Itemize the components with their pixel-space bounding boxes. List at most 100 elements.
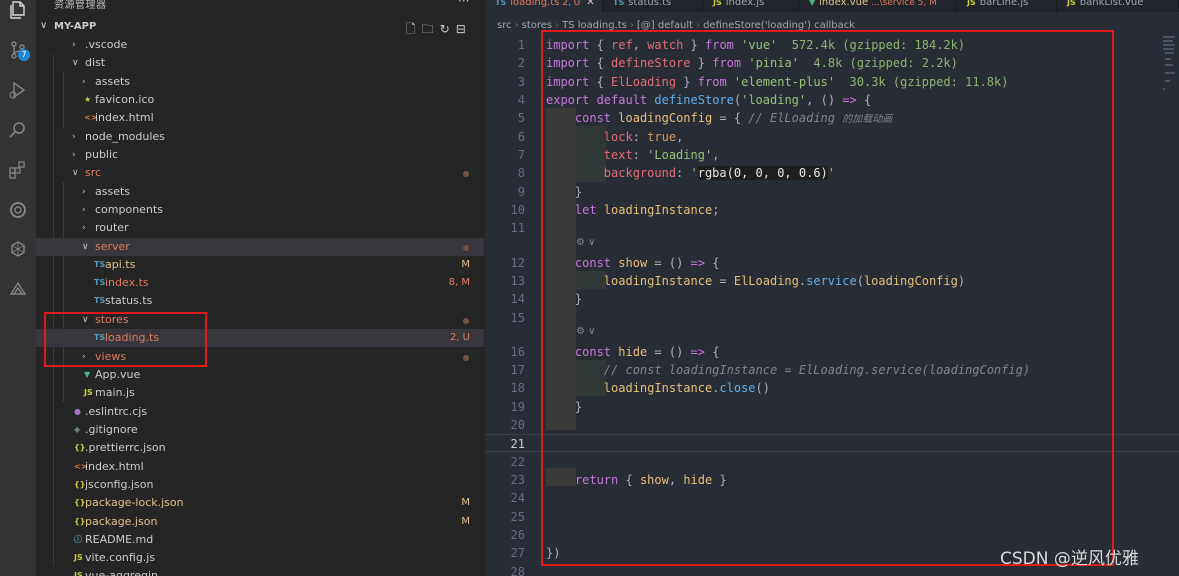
run-debug-icon[interactable] <box>8 80 28 100</box>
chevron-right-icon: › <box>72 40 76 50</box>
folder-item[interactable]: › .vscode <box>36 36 484 54</box>
file-item[interactable]: ● .eslintrc.cjs <box>36 403 484 421</box>
file-item[interactable]: ▼ App.vue <box>36 366 484 384</box>
tree-item-label: .gitignore <box>85 423 138 436</box>
editor-tab[interactable]: JS barLine.js <box>957 0 1057 12</box>
project-name: MY-APP <box>54 21 97 32</box>
ts-file-icon: TS <box>94 260 106 269</box>
editor-tab[interactable]: ▼ index.vue ...\service 5, M <box>799 0 957 12</box>
explorer-title: 资源管理器 <box>54 0 107 11</box>
git-status-badge: M <box>461 497 470 508</box>
tree-item-label: src <box>85 166 102 179</box>
favicon-file-icon: ★ <box>84 95 92 104</box>
folder-item[interactable]: › assets <box>36 183 484 201</box>
vue-file-icon: ▼ <box>84 370 91 379</box>
file-item[interactable]: <> index.html <box>36 458 484 476</box>
tab-label: barLine.js <box>979 0 1029 8</box>
activity-bar: 7 <box>0 0 36 576</box>
copilot-icon[interactable] <box>8 280 28 300</box>
new-file-icon[interactable]: 🗋 <box>406 22 422 36</box>
openai-icon[interactable] <box>8 240 28 260</box>
git-status-badge: M <box>461 259 470 270</box>
tree-item-label: index.html <box>95 111 154 124</box>
tree-item-label: index.html <box>85 460 144 473</box>
git-status-badge: M <box>461 516 470 527</box>
chevron-down-icon: ∨ <box>72 58 79 68</box>
tree-item-label: api.ts <box>105 258 136 271</box>
explorer-sidebar: 资源管理器 ··· ∨ MY-APP 🗋🗀↻⊟ › .vscode ∨ dist › as… <box>36 0 484 576</box>
folder-item[interactable]: ∨ server <box>36 238 484 256</box>
tree-item-label: package.json <box>85 515 158 528</box>
tab-file-icon: JS <box>713 0 722 7</box>
chevron-right-icon: › <box>82 77 86 87</box>
file-item[interactable]: TS status.ts <box>36 292 484 310</box>
file-item[interactable]: {} jsconfig.json <box>36 476 484 494</box>
file-item[interactable]: <> index.html <box>36 109 484 127</box>
folder-item[interactable]: › node_modules <box>36 128 484 146</box>
project-header[interactable]: ∨ MY-APP 🗋🗀↻⊟ <box>36 18 484 36</box>
tree-item-label: components <box>95 203 163 216</box>
tree-item-label: server <box>95 240 130 253</box>
remote-icon[interactable] <box>8 200 28 220</box>
tree-item-label: public <box>85 148 119 161</box>
folder-item[interactable]: ∨ dist <box>36 54 484 72</box>
json-file-icon: {} <box>74 517 86 526</box>
watermark: CSDN @逆风优雅 <box>1000 549 1139 569</box>
eslint-file-icon: ● <box>74 407 81 416</box>
modified-dot-icon <box>463 355 469 361</box>
chevron-down-icon: ∨ <box>82 242 89 252</box>
tree-item-label: vue-aggregin... <box>85 569 169 576</box>
tab-file-icon: TS <box>613 0 625 7</box>
tree-item-label: assets <box>95 75 131 88</box>
folder-item[interactable]: › router <box>36 219 484 237</box>
close-icon[interactable]: ✕ <box>586 0 594 8</box>
file-item[interactable]: {} package-lock.json M <box>36 494 484 512</box>
file-item[interactable]: JS vue-aggregin... <box>36 567 484 576</box>
json-file-icon: {} <box>74 498 86 507</box>
chevron-right-icon: › <box>82 205 86 215</box>
tab-file-icon: TS <box>495 0 507 7</box>
ts-file-icon: TS <box>94 296 106 305</box>
json-file-icon: {} <box>74 443 86 452</box>
editor-tab[interactable]: JS index.js <box>703 0 799 12</box>
editor-tab[interactable]: TS status.ts <box>603 0 703 12</box>
folder-item[interactable]: ∨ src <box>36 164 484 182</box>
js-file-icon: JS <box>74 571 83 576</box>
tree-item-label: package-lock.json <box>85 496 184 509</box>
chevron-right-icon: › <box>72 150 76 160</box>
file-item[interactable]: ⓘ README.md <box>36 531 484 549</box>
file-item[interactable]: TS api.ts M <box>36 256 484 274</box>
more-actions-icon[interactable]: ··· <box>458 0 469 8</box>
file-item[interactable]: ★ favicon.ico <box>36 91 484 109</box>
tree-item-label: vite.config.js <box>85 551 156 564</box>
file-item[interactable]: TS index.ts 8, M <box>36 274 484 292</box>
info-file-icon: ⓘ <box>74 535 82 544</box>
git-status-badge: 8, M <box>448 277 470 288</box>
explorer-icon[interactable] <box>8 0 28 20</box>
file-item[interactable]: {} package.json M <box>36 513 484 531</box>
minimap[interactable] <box>1163 36 1177 96</box>
refresh-icon[interactable]: ↻ <box>440 22 456 36</box>
new-folder-icon[interactable]: 🗀 <box>422 22 440 36</box>
tree-item-label: README.md <box>85 533 154 546</box>
tab-description: ...\service 5, M <box>868 0 937 8</box>
editor-tab[interactable]: TS loading.ts 2, U ✕ <box>485 0 603 12</box>
modified-dot-icon <box>463 318 469 324</box>
file-item[interactable]: JS vite.config.js <box>36 549 484 567</box>
file-item[interactable]: {} .prettierrc.json <box>36 439 484 457</box>
chevron-right-icon: › <box>514 20 519 31</box>
tab-bar: TS loading.ts 2, U ✕ TS status.ts JS index.js ▼… <box>485 0 1179 12</box>
extensions-icon[interactable] <box>8 160 28 180</box>
folder-item[interactable]: › components <box>36 201 484 219</box>
search-icon[interactable] <box>8 120 28 140</box>
breadcrumb-item[interactable]: src <box>497 20 512 31</box>
folder-item[interactable]: › assets <box>36 73 484 91</box>
file-item[interactable]: JS main.js <box>36 384 484 402</box>
folder-item[interactable]: › public <box>36 146 484 164</box>
git-status-badge: 2, U <box>449 332 470 343</box>
editor-tab[interactable]: JS bankList.vue <box>1057 0 1179 12</box>
chevron-right-icon: › <box>72 132 76 142</box>
file-item[interactable]: ◆ .gitignore <box>36 421 484 439</box>
tree-item-label: .eslintrc.cjs <box>85 405 148 418</box>
collapse-all-icon[interactable]: ⊟ <box>456 22 472 36</box>
